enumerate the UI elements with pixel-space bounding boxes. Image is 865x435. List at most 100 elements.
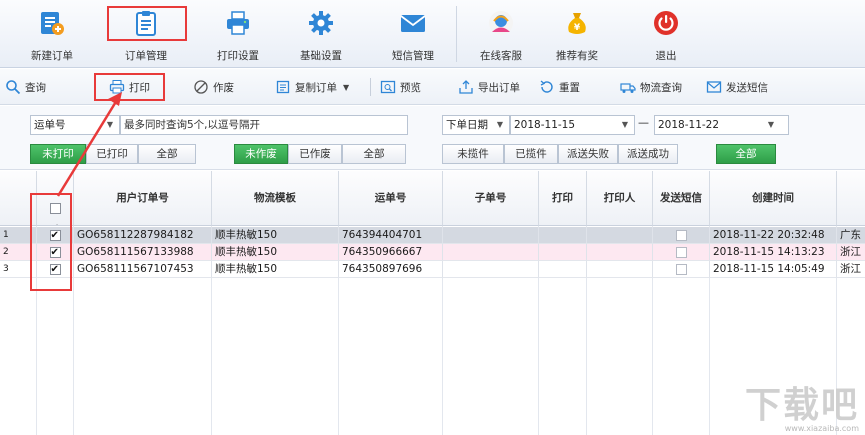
filter-delivery-all[interactable]: 全部 (716, 144, 776, 164)
truck-icon (620, 83, 636, 93)
ribbon-label: 在线客服 (480, 50, 522, 62)
void-button[interactable]: 作废 (193, 76, 234, 98)
query-button[interactable]: 查询 (5, 76, 46, 98)
row-select-cell[interactable] (37, 261, 74, 278)
filter-void-all[interactable]: 全部 (342, 144, 406, 164)
printer-cell (587, 244, 653, 261)
filter-collected[interactable]: 已揽件 (504, 144, 558, 164)
ribbon-label: 推荐有奖 (556, 50, 598, 62)
date-from-picker[interactable]: 2018-11-15 ▼ (510, 115, 635, 135)
clipboard-icon (136, 11, 156, 36)
void-label: 作废 (213, 81, 234, 94)
chevron-down-icon: ▼ (106, 120, 113, 129)
sms-checkbox[interactable] (675, 229, 687, 241)
date-field-value: 下单日期 (446, 119, 488, 131)
date-separator: — (638, 116, 649, 129)
grid-header-extra[interactable] (837, 171, 865, 226)
row-checkbox[interactable] (49, 228, 61, 243)
waybill-cell: 764350966667 (339, 244, 443, 261)
filter-print-all[interactable]: 全部 (138, 144, 196, 164)
gear-icon (309, 11, 333, 35)
grid-header-order-no[interactable]: 用户订单号 (74, 171, 212, 226)
send-sms-button[interactable]: 发送短信 (706, 76, 768, 98)
ribbon-label: 订单管理 (125, 50, 167, 62)
filter-printed[interactable]: 已打印 (86, 144, 138, 164)
online-support-button[interactable]: 在线客服 (466, 6, 536, 64)
row-select-cell[interactable] (37, 244, 74, 261)
row-checkbox[interactable] (49, 245, 61, 260)
grid-header-waybill[interactable]: 运单号 (339, 171, 443, 226)
referral-reward-button[interactable]: ¥ 推荐有奖 (542, 6, 612, 64)
search-input[interactable]: 最多同时查询5个,以逗号隔开 (120, 115, 408, 135)
basic-settings-button[interactable]: 基础设置 (286, 6, 356, 64)
sms-cell[interactable] (653, 261, 710, 278)
print-button[interactable]: 打印 (109, 76, 150, 98)
print-cell (539, 227, 587, 244)
toolbar-divider (370, 78, 371, 96)
grid-header-template[interactable]: 物流模板 (212, 171, 339, 226)
copy-order-button[interactable]: 复制订单 ▼ (275, 76, 349, 98)
table-row[interactable]: 1 GO658112287984182 顺丰热敏150 764394404701… (0, 227, 865, 244)
grid-header-sms[interactable]: 发送短信 (653, 171, 710, 226)
waybill-cell: 764350897696 (339, 261, 443, 278)
grid-header-printer[interactable]: 打印人 (587, 171, 653, 226)
filter-panel: 运单号 ▼ 最多同时查询5个,以逗号隔开 下单日期 ▼ 2018-11-15 ▼… (0, 106, 865, 170)
extra-cell: 广东 (837, 227, 865, 244)
grid-header-select-all[interactable] (37, 171, 74, 226)
print-cell (539, 244, 587, 261)
template-cell: 顺丰热敏150 (212, 227, 339, 244)
order-no-cell: GO658111567107453 (74, 261, 212, 278)
created-cell: 2018-11-15 14:05:49 (710, 261, 837, 278)
row-checkbox[interactable] (49, 262, 61, 277)
order-management-button[interactable]: 订单管理 (111, 6, 181, 64)
filter-not-collected[interactable]: 未揽件 (442, 144, 504, 164)
reset-button[interactable]: 重置 (539, 76, 580, 98)
support-icon (489, 11, 513, 35)
grid-header-sub-no[interactable]: 子单号 (443, 171, 539, 226)
sms-checkbox[interactable] (675, 246, 687, 258)
new-order-button[interactable]: 新建订单 (17, 6, 87, 64)
date-from-value: 2018-11-15 (514, 119, 576, 131)
export-order-button[interactable]: 导出订单 (458, 76, 520, 98)
filter-delivery-failed[interactable]: 派送失败 (558, 144, 618, 164)
search-field-select[interactable]: 运单号 ▼ (30, 115, 120, 135)
filter-not-voided[interactable]: 未作废 (234, 144, 288, 164)
search-input-hint: 最多同时查询5个,以逗号隔开 (124, 119, 261, 131)
printer-icon (109, 80, 125, 94)
preview-button[interactable]: 预览 (380, 76, 421, 98)
svg-text:¥: ¥ (574, 23, 581, 33)
ribbon-label: 基础设置 (300, 50, 342, 62)
money-bag-icon: ¥ (568, 13, 586, 34)
grid-header-print[interactable]: 打印 (539, 171, 587, 226)
preview-label: 预览 (400, 81, 421, 94)
filter-voided[interactable]: 已作废 (288, 144, 342, 164)
grid-header-created[interactable]: 创建时间 (710, 171, 837, 226)
search-icon (6, 80, 21, 95)
created-cell: 2018-11-22 20:32:48 (710, 227, 837, 244)
sub-no-cell (443, 227, 539, 244)
sms-cell[interactable] (653, 244, 710, 261)
sms-cell[interactable] (653, 227, 710, 244)
chevron-down-icon: ▼ (621, 120, 628, 129)
exit-button[interactable]: 退出 (631, 6, 701, 64)
date-to-picker[interactable]: 2018-11-22 ▼ (654, 115, 789, 135)
waybill-cell: 764394404701 (339, 227, 443, 244)
reset-label: 重置 (559, 81, 580, 94)
print-settings-button[interactable]: 打印设置 (203, 6, 273, 64)
sms-management-button[interactable]: 短信管理 (378, 6, 448, 64)
chevron-down-icon[interactable]: ▼ (343, 83, 349, 92)
select-all-checkbox[interactable] (49, 201, 61, 225)
envelope-icon (400, 15, 426, 32)
date-to-value: 2018-11-22 (658, 119, 720, 131)
created-cell: 2018-11-15 14:13:23 (710, 244, 837, 261)
table-row[interactable]: 2 GO658111567133988 顺丰热敏150 764350966667… (0, 244, 865, 261)
logistics-query-button[interactable]: 物流查询 (620, 76, 682, 98)
row-select-cell[interactable] (37, 227, 74, 244)
order-no-cell: GO658111567133988 (74, 244, 212, 261)
reset-icon (540, 80, 553, 93)
filter-delivery-success[interactable]: 派送成功 (618, 144, 678, 164)
sms-checkbox[interactable] (675, 263, 687, 275)
filter-unprinted[interactable]: 未打印 (30, 144, 86, 164)
table-row[interactable]: 3 GO658111567107453 顺丰热敏150 764350897696… (0, 261, 865, 278)
date-field-select[interactable]: 下单日期 ▼ (442, 115, 510, 135)
